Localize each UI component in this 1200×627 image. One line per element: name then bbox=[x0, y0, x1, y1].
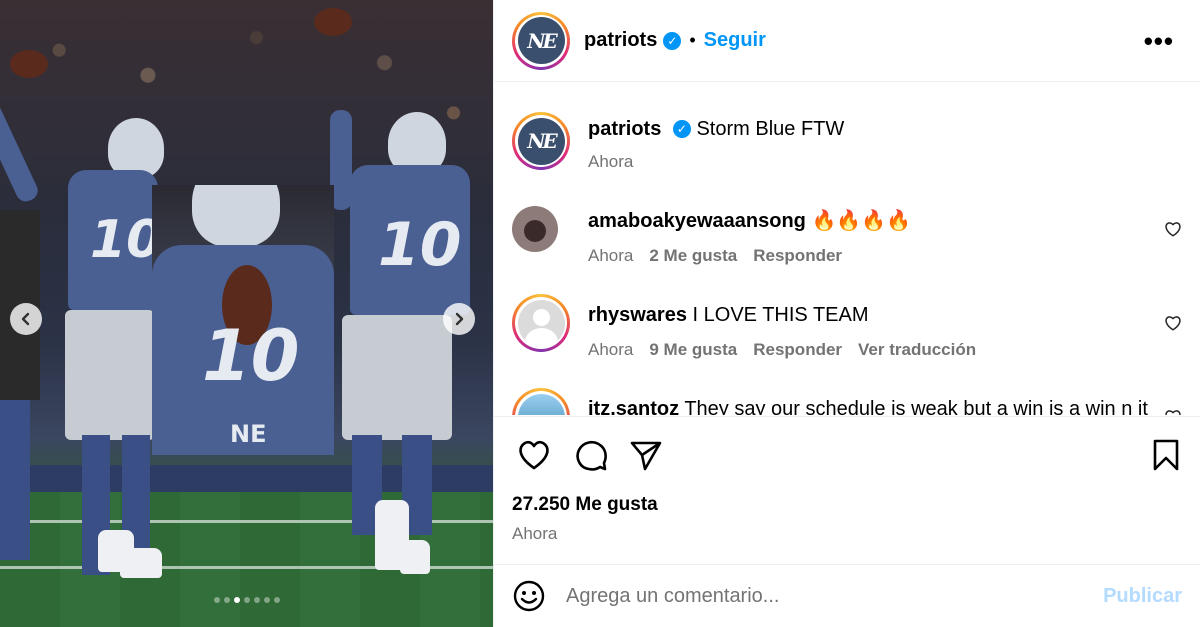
comment-time: Ahora bbox=[588, 246, 634, 265]
save-bookmark-icon[interactable] bbox=[1148, 437, 1184, 473]
chevron-right-icon bbox=[455, 312, 464, 326]
comment-username[interactable]: itz.santoz bbox=[588, 398, 679, 415]
patriots-logo: NE bbox=[517, 17, 565, 64]
commenter-avatar[interactable] bbox=[512, 294, 570, 352]
carousel-dot bbox=[223, 597, 230, 603]
comment-text: They say our schedule is weak but a win … bbox=[684, 398, 1148, 415]
football bbox=[314, 8, 352, 36]
comment-likes[interactable]: 2 Me gusta bbox=[649, 246, 737, 266]
more-options-icon[interactable]: ••• bbox=[1144, 26, 1174, 57]
football bbox=[10, 50, 48, 78]
jersey-number: 10 bbox=[202, 315, 300, 397]
commenter-avatar[interactable] bbox=[512, 388, 570, 415]
comment-composer: Publicar bbox=[494, 564, 1200, 627]
carousel-dot bbox=[213, 597, 220, 603]
post-header: NE patriots ✓ • Seguir ••• bbox=[494, 0, 1200, 82]
comment-time: Ahora bbox=[588, 340, 634, 359]
follow-button[interactable]: Seguir bbox=[704, 29, 766, 52]
verified-badge-icon: ✓ bbox=[663, 31, 682, 50]
instagram-post-view: 10 10 10 NE NE patriots ✓ • Seguir ••• N… bbox=[0, 0, 1200, 627]
carousel-dot bbox=[273, 597, 280, 603]
caption-username[interactable]: patriots bbox=[588, 118, 661, 140]
chevron-left-icon bbox=[21, 312, 30, 326]
post-sidebar: NE patriots ✓ • Seguir ••• NE patriots ✓… bbox=[493, 0, 1200, 627]
separator: • bbox=[689, 30, 696, 50]
see-translation-button[interactable]: Ver traducción bbox=[858, 340, 976, 360]
comment-like-icon[interactable] bbox=[1164, 408, 1182, 415]
emoji-icon[interactable] bbox=[512, 579, 546, 613]
caption-time: Ahora bbox=[588, 152, 634, 171]
carousel-dot bbox=[253, 597, 260, 603]
publish-button[interactable]: Publicar bbox=[1103, 585, 1182, 608]
reply-button[interactable]: Responder bbox=[753, 246, 842, 266]
carousel-next-button[interactable] bbox=[443, 303, 475, 335]
jersey-number: 10 bbox=[378, 210, 462, 280]
author-username[interactable]: patriots bbox=[584, 29, 657, 52]
author-avatar[interactable]: NE bbox=[512, 11, 570, 70]
chest-logo: NE bbox=[230, 420, 267, 448]
comment-username[interactable]: amaboakyewaaansong bbox=[588, 210, 806, 232]
player-edge bbox=[0, 400, 30, 560]
comment-input[interactable] bbox=[566, 584, 1104, 608]
verified-badge-icon: ✓ bbox=[672, 120, 691, 138]
post-time: Ahora bbox=[512, 524, 558, 543]
comment-like-icon[interactable] bbox=[1164, 220, 1182, 238]
like-heart-icon[interactable] bbox=[516, 437, 552, 473]
caption-text: Storm Blue FTW bbox=[696, 118, 845, 140]
comment-like-icon[interactable] bbox=[1164, 314, 1182, 332]
carousel-prev-button[interactable] bbox=[10, 303, 42, 335]
commenter-avatar[interactable] bbox=[512, 206, 558, 252]
comment-text: I LOVE THIS TEAM bbox=[692, 304, 869, 326]
comment-text: 🔥🔥🔥🔥 bbox=[811, 210, 912, 232]
share-send-icon[interactable] bbox=[628, 437, 664, 473]
reply-button[interactable]: Responder bbox=[753, 340, 842, 360]
post-actions bbox=[494, 416, 1200, 491]
center-player-card: 10 NE bbox=[152, 185, 334, 455]
carousel-dot bbox=[243, 597, 250, 603]
comment-bubble-icon[interactable] bbox=[574, 437, 610, 473]
comment-username[interactable]: rhyswares bbox=[588, 304, 687, 326]
carousel-dots bbox=[0, 597, 493, 603]
likes-count[interactable]: 27.250 Me gusta bbox=[512, 494, 658, 516]
caption-avatar[interactable]: NE bbox=[512, 112, 570, 170]
carousel-dot bbox=[233, 597, 240, 603]
comment-likes[interactable]: 9 Me gusta bbox=[649, 340, 737, 360]
post-image[interactable]: 10 10 10 NE bbox=[0, 0, 493, 627]
carousel-dot bbox=[263, 597, 270, 603]
comments-list[interactable]: NE patriots ✓ Storm Blue FTW Ahora amabo… bbox=[494, 82, 1200, 415]
patriots-logo: NE bbox=[517, 117, 565, 165]
